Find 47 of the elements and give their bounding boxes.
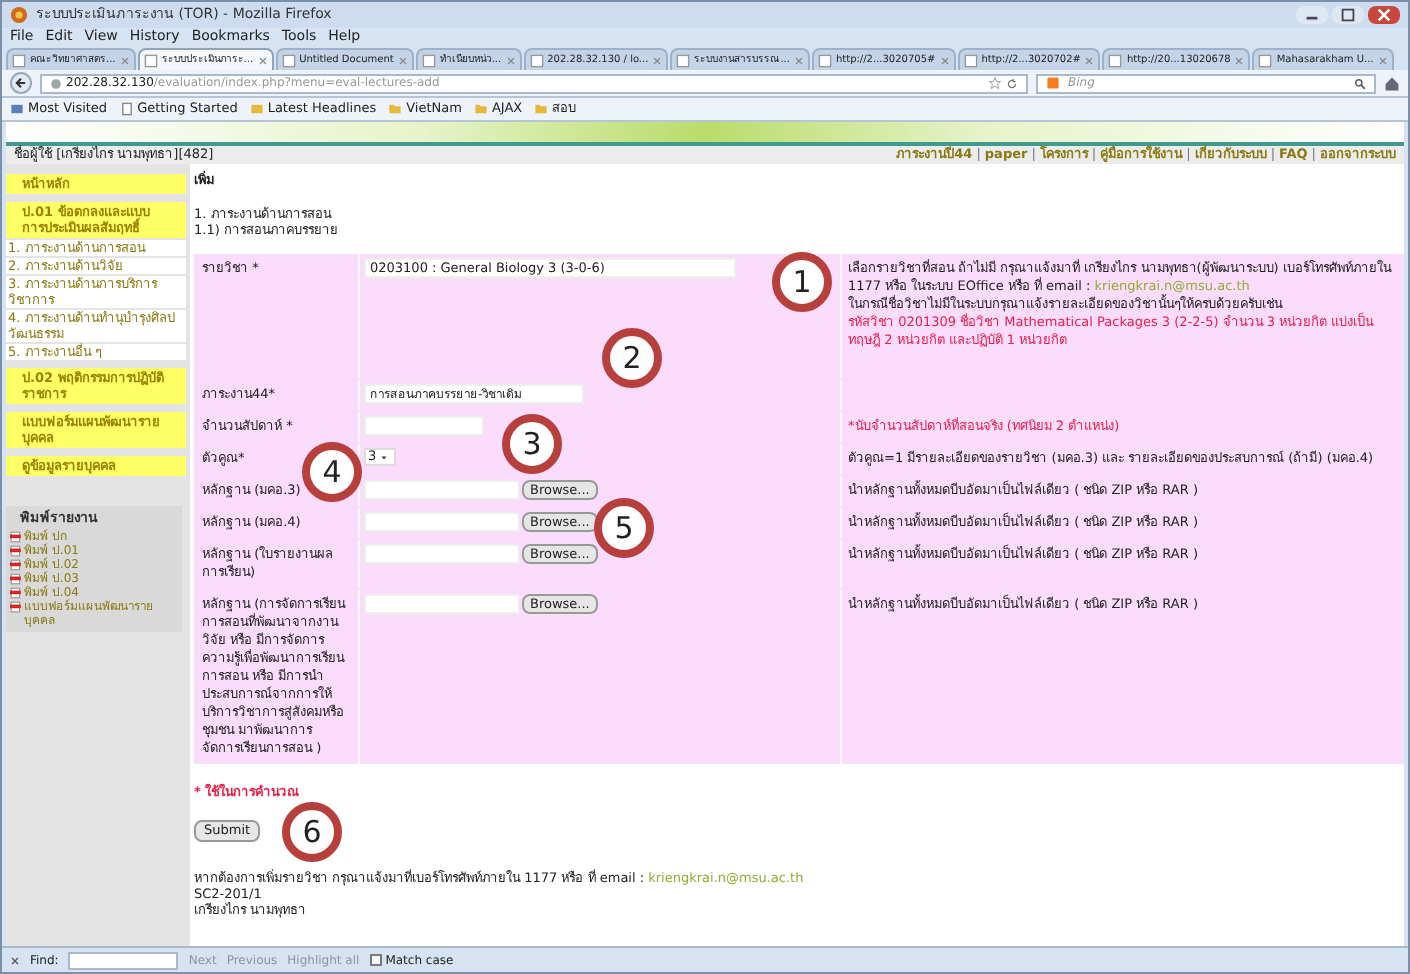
search-engine-icon [1046,76,1060,90]
close-icon [119,55,130,65]
page-icon [963,53,978,67]
minimize-icon [1296,6,1328,24]
file-path-field[interactable] [364,512,520,532]
globe-icon [50,77,62,89]
close-icon [1084,55,1095,65]
file-path-field[interactable] [364,594,520,614]
close-icon [939,55,950,65]
close-icon [10,955,20,965]
home-icon [1384,75,1400,91]
firefox-logo-icon [10,6,28,24]
page-icon [119,102,134,116]
folder-icon [534,102,549,116]
bookmark-icon [10,102,24,116]
close-icon [505,55,516,65]
file-path-field[interactable] [364,544,520,564]
text-field[interactable] [364,416,484,436]
caret-icon [380,453,389,461]
file-path-field[interactable] [364,480,520,500]
page-icon [529,53,544,67]
checkbox[interactable] [369,954,382,966]
close-icon [397,55,408,65]
search-icon [1354,77,1366,89]
page-icon [421,53,436,67]
page-icon [1258,53,1273,67]
close-icon [257,55,268,65]
page-icon [676,53,691,67]
page-icon [12,53,26,67]
page-icon [143,53,158,67]
folder-icon [388,102,403,116]
find-field[interactable] [68,951,179,969]
close-icon [1234,55,1245,65]
back-button[interactable] [10,72,32,94]
page-icon [281,53,296,67]
close-icon [793,55,804,65]
page-icon [817,53,832,67]
close-icon [652,55,663,65]
feed-icon [249,102,264,116]
reload-icon [1006,77,1018,89]
star-icon [988,76,1002,90]
page-icon [1108,53,1123,67]
back-arrow-icon [14,76,28,90]
maximize-icon [1332,6,1364,24]
folder-icon [473,102,488,116]
close-icon [1368,6,1400,24]
close-icon [1377,55,1388,65]
